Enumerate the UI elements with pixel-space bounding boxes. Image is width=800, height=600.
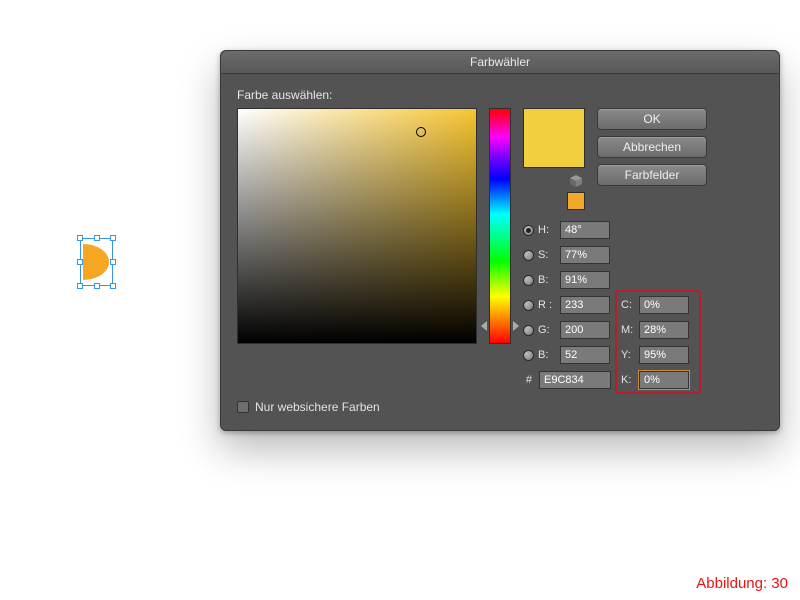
- label-b-hsb: B:: [538, 274, 556, 286]
- label-g: G:: [538, 324, 556, 336]
- selection-handle[interactable]: [77, 259, 83, 265]
- selection-handle[interactable]: [110, 283, 116, 289]
- cancel-button[interactable]: Abbrechen: [597, 136, 707, 158]
- previous-color-swatch[interactable]: [567, 192, 585, 210]
- ok-button[interactable]: OK: [597, 108, 707, 130]
- label-hex: #: [523, 374, 535, 386]
- input-g[interactable]: [560, 321, 610, 339]
- input-h[interactable]: [560, 221, 610, 239]
- input-b-rgb[interactable]: [560, 346, 610, 364]
- swatches-button[interactable]: Farbfelder: [597, 164, 707, 186]
- saturation-brightness-field[interactable]: [237, 108, 477, 344]
- cube-icon[interactable]: [569, 174, 583, 188]
- input-m[interactable]: [639, 321, 689, 339]
- selection-frame: [80, 238, 113, 286]
- websafe-checkbox[interactable]: [237, 401, 249, 413]
- dialog-prompt: Farbe auswählen:: [237, 88, 763, 102]
- label-b-rgb: B:: [538, 349, 556, 361]
- selection-handle[interactable]: [110, 235, 116, 241]
- hue-slider[interactable]: [489, 108, 511, 344]
- label-m: M:: [621, 324, 635, 336]
- figure-caption: Abbildung: 30: [696, 575, 788, 592]
- label-c: C:: [621, 299, 635, 311]
- label-h: H:: [538, 224, 556, 236]
- color-preview: [523, 108, 585, 168]
- color-picker-dialog: Farbwähler Farbe auswählen:: [220, 50, 780, 431]
- radio-b-rgb[interactable]: [523, 350, 534, 361]
- websafe-label: Nur websichere Farben: [255, 400, 380, 414]
- selection-handle[interactable]: [77, 235, 83, 241]
- input-b-hsb[interactable]: [560, 271, 610, 289]
- color-indicator[interactable]: [416, 127, 426, 137]
- label-r: R :: [538, 299, 556, 311]
- dialog-title[interactable]: Farbwähler: [221, 51, 779, 74]
- selection-handle[interactable]: [94, 283, 100, 289]
- selection-handle[interactable]: [94, 235, 100, 241]
- label-k: K:: [621, 374, 635, 386]
- radio-g[interactable]: [523, 325, 534, 336]
- input-c[interactable]: [639, 296, 689, 314]
- input-hex[interactable]: [539, 371, 611, 389]
- input-k[interactable]: [639, 371, 689, 389]
- canvas-selected-shape[interactable]: [80, 238, 113, 286]
- selection-handle[interactable]: [77, 283, 83, 289]
- selection-handle[interactable]: [110, 259, 116, 265]
- radio-s[interactable]: [523, 250, 534, 261]
- radio-b-hsb[interactable]: [523, 275, 534, 286]
- input-y[interactable]: [639, 346, 689, 364]
- input-r[interactable]: [560, 296, 610, 314]
- label-y: Y:: [621, 349, 635, 361]
- input-s[interactable]: [560, 246, 610, 264]
- label-s: S:: [538, 249, 556, 261]
- radio-h[interactable]: [523, 225, 534, 236]
- radio-r[interactable]: [523, 300, 534, 311]
